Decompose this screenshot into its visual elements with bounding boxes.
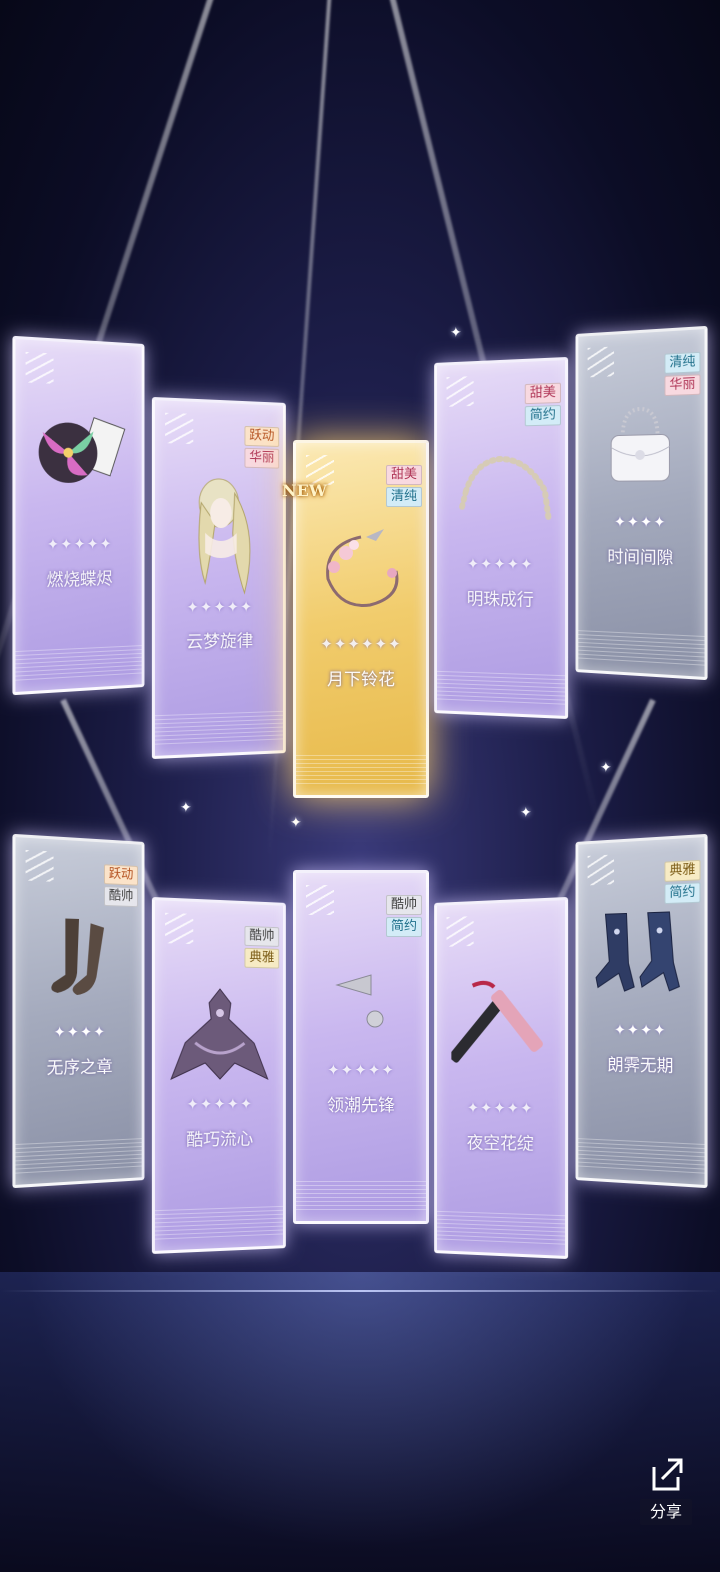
style-tag: 典雅: [664, 860, 700, 882]
rarity-stars: ✦✦✦✦✦: [296, 1061, 426, 1079]
item-name: 明珠成行: [437, 584, 565, 611]
style-tag: 简约: [664, 882, 700, 904]
style-tag: 跃动: [244, 426, 279, 447]
rarity-stars: ✦✦✦✦: [578, 1021, 704, 1040]
style-tag: 简约: [525, 405, 561, 426]
reward-card[interactable]: 典雅 简约 ✦✦✦✦ 朗霁无期: [576, 834, 708, 1188]
rarity-stars: ✦✦✦✦✦: [15, 535, 141, 554]
gothic-dress-icon: [165, 982, 273, 1083]
style-tag: 甜美: [525, 383, 561, 405]
reward-card[interactable]: 酷帅 典雅 ✦✦✦✦✦ 酷巧流心: [152, 897, 286, 1254]
item-name: 时间间隙: [578, 542, 704, 569]
sparkle-icon: ✦: [520, 805, 532, 821]
reward-card[interactable]: ✦✦✦✦✦ 夜空花绽: [434, 897, 568, 1259]
style-tag: 华丽: [664, 374, 700, 396]
item-name: 朗霁无期: [578, 1050, 704, 1077]
rarity-stars: ✦✦✦✦✦: [155, 1095, 283, 1114]
spike-earring-icon: [331, 965, 391, 1035]
heeled-boots-icon: [592, 905, 689, 997]
reward-card[interactable]: 清纯 华丽 ✦✦✦✦ 时间间隙: [576, 326, 708, 680]
reward-card[interactable]: ✦✦✦✦✦ 燃烧蝶烬: [12, 336, 144, 695]
rarity-stars: ✦✦✦✦✦: [437, 1099, 565, 1118]
stage-floor-edge: [0, 1290, 720, 1292]
item-name: 无序之章: [15, 1052, 141, 1079]
reward-card[interactable]: NEW 甜美 清纯 ✦✦✦✦✦✦ 月下铃花: [293, 440, 429, 798]
rarity-stars: ✦✦✦✦✦✦: [296, 635, 426, 653]
item-name: 夜空花绽: [437, 1128, 565, 1155]
style-tag: 酷帅: [386, 895, 422, 915]
pearl-necklace-icon: [447, 450, 555, 531]
sparkle-icon: ✦: [450, 325, 462, 341]
butterfly-eye-icon: [33, 411, 126, 493]
reward-card[interactable]: 跃动 华丽 ✦✦✦✦✦ 云梦旋律: [152, 397, 286, 759]
share-label: 分享: [640, 1499, 692, 1525]
socks-icon: [36, 911, 123, 1003]
new-badge: NEW: [282, 481, 327, 500]
sparkle-icon: ✦: [290, 815, 302, 831]
style-tag: 简约: [386, 917, 422, 937]
sparkle-icon: ✦: [180, 800, 192, 816]
reward-card[interactable]: 跃动 酷帅 ✦✦✦✦ 无序之章: [12, 834, 144, 1188]
share-button[interactable]: 分享: [640, 1455, 694, 1527]
item-name: 酷巧流心: [155, 1124, 283, 1151]
white-handbag-icon: [602, 402, 680, 494]
style-tag: 典雅: [244, 948, 279, 969]
style-tag: 甜美: [386, 465, 422, 485]
style-tag: 华丽: [244, 448, 279, 469]
share-icon: [648, 1455, 686, 1493]
item-name: 领潮先锋: [296, 1091, 426, 1116]
item-name: 云梦旋律: [155, 626, 283, 653]
reward-card[interactable]: 酷帅 简约 ✦✦✦✦✦ 领潮先锋: [293, 870, 429, 1224]
stage-floor: [0, 1272, 720, 1572]
style-tag: 酷帅: [244, 926, 279, 947]
item-name: 燃烧蝶烬: [15, 564, 141, 592]
rarity-stars: ✦✦✦✦✦: [437, 555, 565, 574]
rarity-stars: ✦✦✦✦✦: [155, 598, 283, 617]
style-tag: 酷帅: [104, 886, 138, 907]
style-tag: 跃动: [104, 864, 138, 885]
mascara-lipstick-icon: [451, 972, 549, 1073]
flower-tiara-icon: [306, 523, 416, 623]
item-name: 月下铃花: [296, 665, 426, 690]
ponytail-hair-icon: [175, 472, 264, 603]
reward-card[interactable]: 甜美 简约 ✦✦✦✦✦ 明珠成行: [434, 357, 568, 719]
rarity-stars: ✦✦✦✦: [578, 513, 704, 532]
rarity-stars: ✦✦✦✦: [15, 1023, 141, 1042]
style-tag: 清纯: [664, 352, 700, 374]
sparkle-icon: ✦: [600, 760, 612, 776]
style-tag: 清纯: [386, 487, 422, 507]
